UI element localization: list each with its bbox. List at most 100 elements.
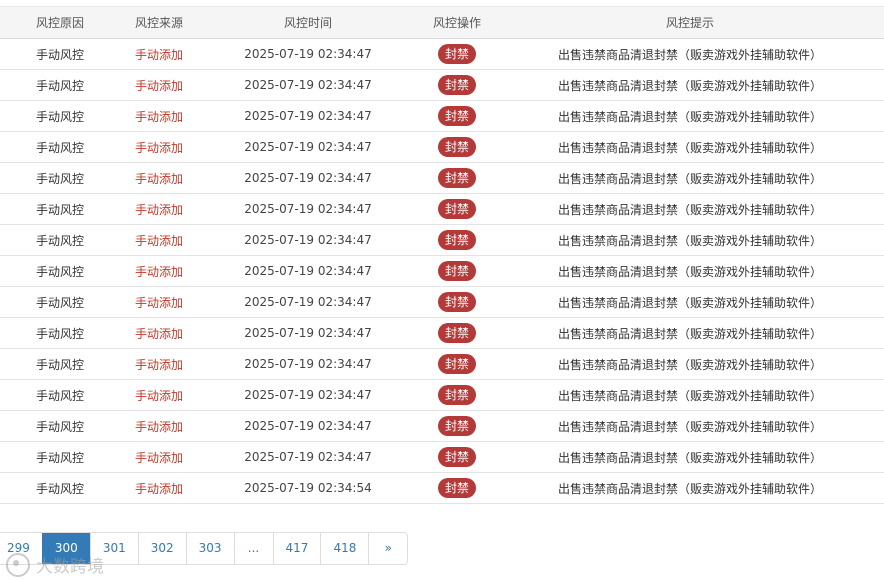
cell-source: 手动添加 xyxy=(120,255,198,287)
cell-tip: 出售违禁商品清退封禁（贩卖游戏外挂辅助软件） xyxy=(496,472,884,504)
cell-time: 2025-07-19 02:34:47 xyxy=(198,69,418,101)
ban-action-badge[interactable]: 封禁 xyxy=(437,323,476,343)
ban-action-badge[interactable]: 封禁 xyxy=(437,137,476,157)
cell-action: 封禁 xyxy=(418,317,496,349)
page-302[interactable]: 302 xyxy=(137,533,186,564)
header-action: 风控操作 xyxy=(418,6,496,39)
cell-source: 手动添加 xyxy=(120,69,198,101)
cell-reason: 手动风控 xyxy=(0,131,120,163)
page-418[interactable]: 418 xyxy=(320,533,369,564)
cell-tip: 出售违禁商品清退封禁（贩卖游戏外挂辅助软件） xyxy=(496,441,884,473)
page-303[interactable]: 303 xyxy=(185,533,234,564)
ban-action-badge[interactable]: 封禁 xyxy=(437,292,476,312)
cell-action: 封禁 xyxy=(418,286,496,318)
table-row: 手动风控 手动添加 2025-07-19 02:34:47 封禁 出售违禁商品清退封禁（… xyxy=(0,100,884,132)
table-row: 手动风控 手动添加 2025-07-19 02:34:47 封禁 出售违禁商品清退封禁（… xyxy=(0,286,884,318)
page-ellipsis: ... xyxy=(233,533,273,564)
table-row: 手动风控 手动添加 2025-07-19 02:34:47 封禁 出售违禁商品清退封禁（… xyxy=(0,224,884,256)
cell-time: 2025-07-19 02:34:47 xyxy=(198,38,418,70)
cell-reason: 手动风控 xyxy=(0,255,120,287)
ban-action-badge[interactable]: 封禁 xyxy=(437,199,476,219)
cell-reason: 手动风控 xyxy=(0,348,120,380)
cell-tip: 出售违禁商品清退封禁（贩卖游戏外挂辅助软件） xyxy=(496,131,884,163)
cell-source: 手动添加 xyxy=(120,441,198,473)
ban-action-badge[interactable]: 封禁 xyxy=(437,44,476,64)
cell-time: 2025-07-19 02:34:47 xyxy=(198,379,418,411)
header-reason: 风控原因 xyxy=(0,6,120,39)
cell-source: 手动添加 xyxy=(120,472,198,504)
ban-action-badge[interactable]: 封禁 xyxy=(437,230,476,250)
page-299[interactable]: 299 xyxy=(0,533,42,564)
cell-reason: 手动风控 xyxy=(0,317,120,349)
table-row: 手动风控 手动添加 2025-07-19 02:34:54 封禁 出售违禁商品清退封禁（… xyxy=(0,472,884,504)
table-row: 手动风控 手动添加 2025-07-19 02:34:47 封禁 出售违禁商品清退封禁（… xyxy=(0,193,884,225)
cell-reason: 手动风控 xyxy=(0,379,120,411)
cell-action: 封禁 xyxy=(418,162,496,194)
ban-action-badge[interactable]: 封禁 xyxy=(437,354,476,374)
cell-time: 2025-07-19 02:34:47 xyxy=(198,317,418,349)
cell-action: 封禁 xyxy=(418,472,496,504)
cell-tip: 出售违禁商品清退封禁（贩卖游戏外挂辅助软件） xyxy=(496,286,884,318)
cell-tip: 出售违禁商品清退封禁（贩卖游戏外挂辅助软件） xyxy=(496,317,884,349)
ban-action-badge[interactable]: 封禁 xyxy=(437,261,476,281)
cell-time: 2025-07-19 02:34:47 xyxy=(198,193,418,225)
cell-reason: 手动风控 xyxy=(0,224,120,256)
ban-action-badge[interactable]: 封禁 xyxy=(437,168,476,188)
table-header: 风控原因 风控来源 风控时间 风控操作 风控提示 xyxy=(0,6,884,39)
cell-action: 封禁 xyxy=(418,441,496,473)
cell-tip: 出售违禁商品清退封禁（贩卖游戏外挂辅助软件） xyxy=(496,100,884,132)
cell-action: 封禁 xyxy=(418,38,496,70)
table-row: 手动风控 手动添加 2025-07-19 02:34:47 封禁 出售违禁商品清退封禁（… xyxy=(0,317,884,349)
cell-tip: 出售违禁商品清退封禁（贩卖游戏外挂辅助软件） xyxy=(496,379,884,411)
cell-source: 手动添加 xyxy=(120,100,198,132)
table-row: 手动风控 手动添加 2025-07-19 02:34:47 封禁 出售违禁商品清退封禁（… xyxy=(0,69,884,101)
table-row: 手动风控 手动添加 2025-07-19 02:34:47 封禁 出售违禁商品清退封禁（… xyxy=(0,38,884,70)
cell-tip: 出售违禁商品清退封禁（贩卖游戏外挂辅助软件） xyxy=(496,348,884,380)
page-417[interactable]: 417 xyxy=(272,533,321,564)
ban-action-badge[interactable]: 封禁 xyxy=(437,447,476,467)
cell-tip: 出售违禁商品清退封禁（贩卖游戏外挂辅助软件） xyxy=(496,410,884,442)
page-300[interactable]: 300 xyxy=(41,533,90,564)
page-next-button[interactable]: » xyxy=(368,533,408,564)
cell-tip: 出售违禁商品清退封禁（贩卖游戏外挂辅助软件） xyxy=(496,69,884,101)
cell-action: 封禁 xyxy=(418,100,496,132)
cell-action: 封禁 xyxy=(418,379,496,411)
cell-source: 手动添加 xyxy=(120,348,198,380)
ban-action-badge[interactable]: 封禁 xyxy=(437,478,476,498)
cell-source: 手动添加 xyxy=(120,224,198,256)
cell-time: 2025-07-19 02:34:47 xyxy=(198,224,418,256)
cell-reason: 手动风控 xyxy=(0,472,120,504)
risk-control-page: 风控原因 风控来源 风控时间 风控操作 风控提示 手动风控 手动添加 2025-07… xyxy=(0,0,884,579)
table-row: 手动风控 手动添加 2025-07-19 02:34:47 封禁 出售违禁商品清退封禁（… xyxy=(0,162,884,194)
ban-action-badge[interactable]: 封禁 xyxy=(437,416,476,436)
ban-action-badge[interactable]: 封禁 xyxy=(437,75,476,95)
cell-source: 手动添加 xyxy=(120,193,198,225)
ban-action-badge[interactable]: 封禁 xyxy=(437,106,476,126)
ban-action-badge[interactable]: 封禁 xyxy=(437,385,476,405)
cell-time: 2025-07-19 02:34:47 xyxy=(198,410,418,442)
cell-reason: 手动风控 xyxy=(0,286,120,318)
risk-control-table: 风控原因 风控来源 风控时间 风控操作 风控提示 手动风控 手动添加 2025-07… xyxy=(0,6,884,504)
table-row: 手动风控 手动添加 2025-07-19 02:34:47 封禁 出售违禁商品清退封禁（… xyxy=(0,379,884,411)
cell-action: 封禁 xyxy=(418,348,496,380)
page-301[interactable]: 301 xyxy=(89,533,138,564)
header-tip: 风控提示 xyxy=(496,6,884,39)
cell-tip: 出售违禁商品清退封禁（贩卖游戏外挂辅助软件） xyxy=(496,38,884,70)
header-source: 风控来源 xyxy=(120,6,198,39)
pagination: 299 300 301 302 303... 417 418» xyxy=(0,532,409,565)
cell-source: 手动添加 xyxy=(120,38,198,70)
table-row: 手动风控 手动添加 2025-07-19 02:34:47 封禁 出售违禁商品清退封禁（… xyxy=(0,441,884,473)
cell-reason: 手动风控 xyxy=(0,38,120,70)
cell-action: 封禁 xyxy=(418,224,496,256)
table-row: 手动风控 手动添加 2025-07-19 02:34:47 封禁 出售违禁商品清退封禁（… xyxy=(0,410,884,442)
cell-time: 2025-07-19 02:34:47 xyxy=(198,348,418,380)
cell-source: 手动添加 xyxy=(120,286,198,318)
cell-source: 手动添加 xyxy=(120,162,198,194)
cell-action: 封禁 xyxy=(418,131,496,163)
cell-reason: 手动风控 xyxy=(0,100,120,132)
cell-time: 2025-07-19 02:34:47 xyxy=(198,441,418,473)
cell-tip: 出售违禁商品清退封禁（贩卖游戏外挂辅助软件） xyxy=(496,255,884,287)
cell-tip: 出售违禁商品清退封禁（贩卖游戏外挂辅助软件） xyxy=(496,193,884,225)
cell-time: 2025-07-19 02:34:47 xyxy=(198,162,418,194)
cell-reason: 手动风控 xyxy=(0,162,120,194)
